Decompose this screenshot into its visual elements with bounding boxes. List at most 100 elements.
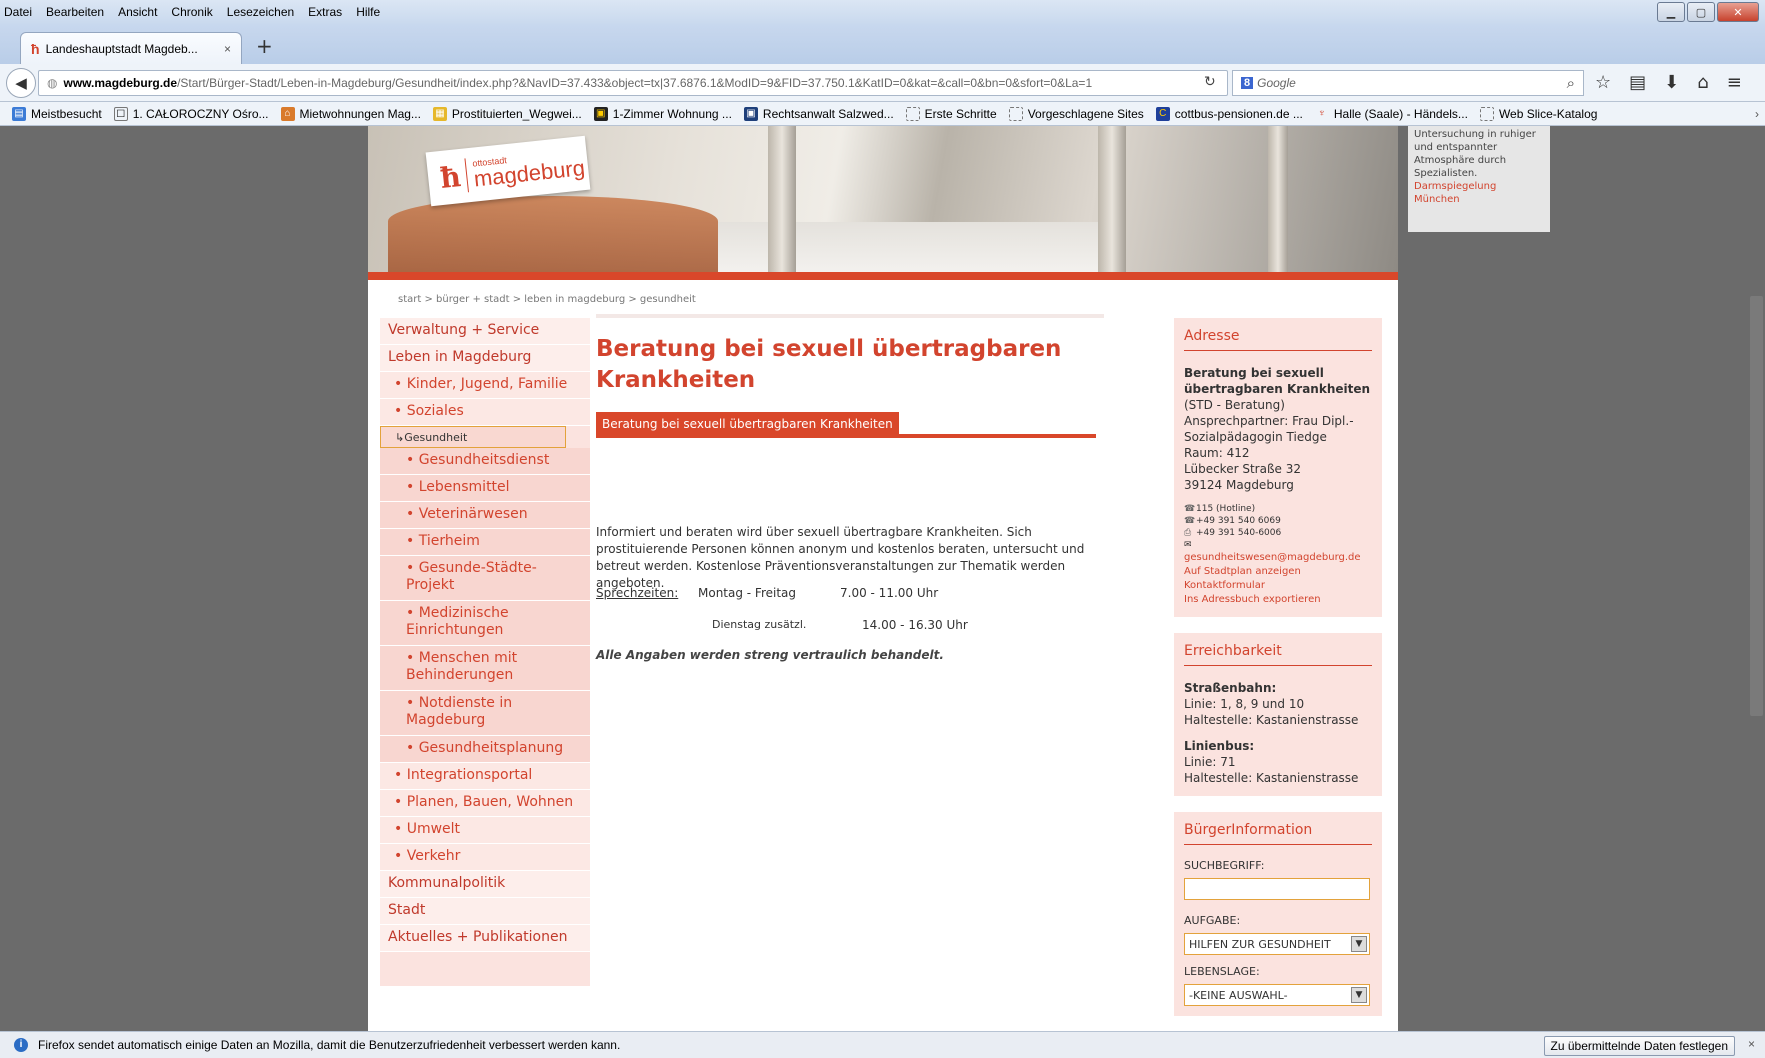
hours-label: Sprechzeiten: <box>596 586 679 600</box>
nav-medizinische-einrichtungen[interactable]: • Medizinische Einrichtungen <box>380 601 590 646</box>
ad-line: Atmosphäre durch <box>1414 155 1507 166</box>
menu-icon[interactable]: ≡ <box>1727 72 1742 93</box>
address-heading: Adresse <box>1184 328 1372 351</box>
export-address-link[interactable]: Ins Adressbuch exportieren <box>1184 593 1372 607</box>
email-link[interactable]: gesundheitswesen@magdeburg.de <box>1184 551 1372 565</box>
bookmark-item[interactable]: Web Slice-Katalog <box>1479 106 1597 121</box>
search-placeholder: Google <box>1257 76 1296 90</box>
nav-lebensmittel[interactable]: • Lebensmittel <box>380 475 590 502</box>
url-bar[interactable]: ◍ www.magdeburg.de/Start/Bürger-Stadt/Le… <box>38 70 1228 96</box>
tab-close-icon[interactable]: × <box>224 42 231 56</box>
search-term-input[interactable] <box>1184 878 1370 900</box>
nav-aktuelles-publikationen[interactable]: Aktuelles + Publikationen <box>380 925 590 952</box>
bus-line: Linie: 71 <box>1184 755 1236 769</box>
tab-magdeburg[interactable]: ħ Landeshauptstadt Magdeb... × <box>20 32 242 64</box>
nav-tierheim[interactable]: • Tierheim <box>380 529 590 556</box>
ad-line: Spezialisten. <box>1414 168 1478 179</box>
menu-bar: Datei Bearbeiten Ansicht Chronik Lesezei… <box>0 0 1765 24</box>
navigation-bar: ◀ ◍ www.magdeburg.de/Start/Bürger-Stadt/… <box>0 64 1765 102</box>
nav-gesunde-staedte-projekt[interactable]: • Gesunde-Städte-Projekt <box>380 556 590 601</box>
phone-row: ☎ 115 (Hotline) <box>1184 504 1256 514</box>
menu-hilfe[interactable]: Hilfe <box>354 4 382 20</box>
ad-link[interactable]: Darmspiegelung München <box>1414 180 1544 206</box>
mail-icon: ✉ <box>1184 540 1192 550</box>
map-link[interactable]: Auf Stadtplan anzeigen <box>1184 565 1372 579</box>
nav-verkehr[interactable]: • Verkehr <box>380 844 590 871</box>
bookmark-item[interactable]: ▦ Prostituierten_Wegwei... <box>432 106 582 121</box>
bookmark-item[interactable]: ▣ 1-Zimmer Wohnung ... <box>593 106 732 121</box>
bookmarks-overflow-icon[interactable]: › <box>1755 107 1759 121</box>
tab-bar: ħ Landeshauptstadt Magdeb... × + <box>0 24 1765 64</box>
opening-hours-row: Dienstag zusätzl. 14.00 - 16.30 Uhr <box>712 618 968 632</box>
home-icon[interactable]: ⌂ <box>1697 72 1708 93</box>
maximize-icon[interactable]: ▢ <box>1687 2 1715 22</box>
hours-time: 14.00 - 16.30 Uhr <box>862 618 968 632</box>
bookmark-item[interactable]: ▤ Meistbesucht <box>12 106 102 121</box>
bookmarks-bar: ▤ Meistbesucht ☐ 1. CAŁOROCZNY Ośro... ⌂ Mi… <box>0 102 1765 126</box>
reachability-heading: Erreichbarkeit <box>1184 643 1372 666</box>
menu-chronik[interactable]: Chronik <box>169 4 214 20</box>
fax-row: ⎙ +49 391 540-6006 <box>1184 528 1282 538</box>
minimize-icon[interactable]: ▁ <box>1657 2 1685 22</box>
bookmark-item[interactable]: ♆ Halle (Saale) - Händels... <box>1315 107 1468 121</box>
contact-form-link[interactable]: Kontaktformular <box>1184 579 1372 593</box>
back-button[interactable]: ◀ <box>6 67 36 98</box>
close-window-icon[interactable]: ✕ <box>1717 2 1759 22</box>
bookmark-item[interactable]: Erste Schritte <box>905 106 997 121</box>
nav-soziales[interactable]: • Soziales <box>380 399 590 426</box>
google-icon: 8 <box>1241 77 1254 89</box>
menu-ansicht[interactable]: Ansicht <box>116 4 159 20</box>
bookmark-item[interactable]: ▣ Rechtsanwalt Salzwed... <box>743 106 894 121</box>
toolbar-icons: ☆ ▤ ⬇ ⌂ ≡ <box>1595 72 1742 93</box>
nav-planen-bauen-wohnen[interactable]: • Planen, Bauen, Wohnen <box>380 790 590 817</box>
logo-mark-icon: ħ <box>438 159 463 195</box>
breadcrumb[interactable]: start > bürger + stadt > leben in magdeb… <box>398 294 696 305</box>
bookmark-item[interactable]: ⌂ Mietwohnungen Mag... <box>280 106 421 121</box>
content-tab-line <box>596 434 1096 438</box>
nav-gesundheitsdienst[interactable]: • Gesundheitsdienst <box>380 448 590 475</box>
new-tab-button[interactable]: + <box>256 34 273 58</box>
task-select[interactable]: HILFEN ZUR GESUNDHEIT ▼ <box>1184 933 1370 955</box>
bookmark-star-icon[interactable]: ☆ <box>1595 72 1611 93</box>
dropdown-arrow-icon[interactable]: ▼ <box>1351 936 1367 952</box>
scrollbar-thumb[interactable] <box>1750 296 1763 716</box>
choose-data-button[interactable]: Zu übermittelnde Daten festlegen <box>1543 1036 1735 1056</box>
ad-box[interactable]: Untersuchung in ruhiger und entspannter … <box>1408 126 1550 232</box>
nav-leben-in-magdeburg[interactable]: Leben in Magdeburg <box>380 345 590 372</box>
nav-gesundheitsplanung[interactable]: • Gesundheitsplanung <box>380 736 590 763</box>
menu-datei[interactable]: Datei <box>2 4 34 20</box>
notification-close-icon[interactable]: × <box>1748 1037 1755 1051</box>
dropdown-arrow-icon[interactable]: ▼ <box>1351 987 1367 1003</box>
search-icon[interactable]: ⌕ <box>1567 75 1575 92</box>
menu-bearbeiten[interactable]: Bearbeiten <box>44 4 106 20</box>
logo-divider <box>464 158 470 193</box>
bookmark-item[interactable]: Vorgeschlagene Sites <box>1008 106 1144 121</box>
url-path: /Start/Bürger-Stadt/Leben-in-Magdeburg/G… <box>177 76 1093 90</box>
reload-icon[interactable]: ↻ <box>1204 74 1216 90</box>
nav-gesundheit[interactable]: ↳Gesundheit <box>380 426 566 448</box>
nav-umwelt[interactable]: • Umwelt <box>380 817 590 844</box>
search-input[interactable]: 8 Google ⌕ <box>1232 70 1584 96</box>
download-icon[interactable]: ⬇ <box>1664 72 1679 93</box>
menu-lesezeichen[interactable]: Lesezeichen <box>225 4 296 20</box>
bookmark-item[interactable]: ☐ 1. CAŁOROCZNY Ośro... <box>113 106 269 121</box>
nav-menschen-mit-behinderungen[interactable]: • Menschen mit Behinderungen <box>380 646 590 691</box>
nav-veterinaerwesen[interactable]: • Veterinärwesen <box>380 502 590 529</box>
bookmark-item[interactable]: Ccottbus-pensionen.de ... <box>1155 106 1303 121</box>
reading-list-icon[interactable]: ▤ <box>1629 72 1646 93</box>
content-tab[interactable]: Beratung bei sexuell übertragbaren Krank… <box>596 412 899 436</box>
globe-icon: ◍ <box>47 76 58 90</box>
main-content: Beratung bei sexuell übertragbaren Krank… <box>596 314 1104 914</box>
nav-integrationsportal[interactable]: • Integrationsportal <box>380 763 590 790</box>
ad-line: und entspannter <box>1414 142 1498 153</box>
menu-extras[interactable]: Extras <box>306 4 344 20</box>
nav-verwaltung-service[interactable]: Verwaltung + Service <box>380 318 590 345</box>
confidentiality-note: Alle Angaben werden streng vertraulich b… <box>596 648 944 662</box>
scrollbar[interactable] <box>1748 126 1765 1031</box>
nav-stadt[interactable]: Stadt <box>380 898 590 925</box>
opening-hours-row: Sprechzeiten: Montag - Freitag 7.00 - 11… <box>596 586 938 600</box>
nav-kinder-jugend-familie[interactable]: • Kinder, Jugend, Familie <box>380 372 590 399</box>
nav-notdienste[interactable]: • Notdienste in Magdeburg <box>380 691 590 736</box>
nav-kommunalpolitik[interactable]: Kommunalpolitik <box>380 871 590 898</box>
life-situation-select[interactable]: -KEINE AUSWAHL- ▼ <box>1184 984 1370 1006</box>
